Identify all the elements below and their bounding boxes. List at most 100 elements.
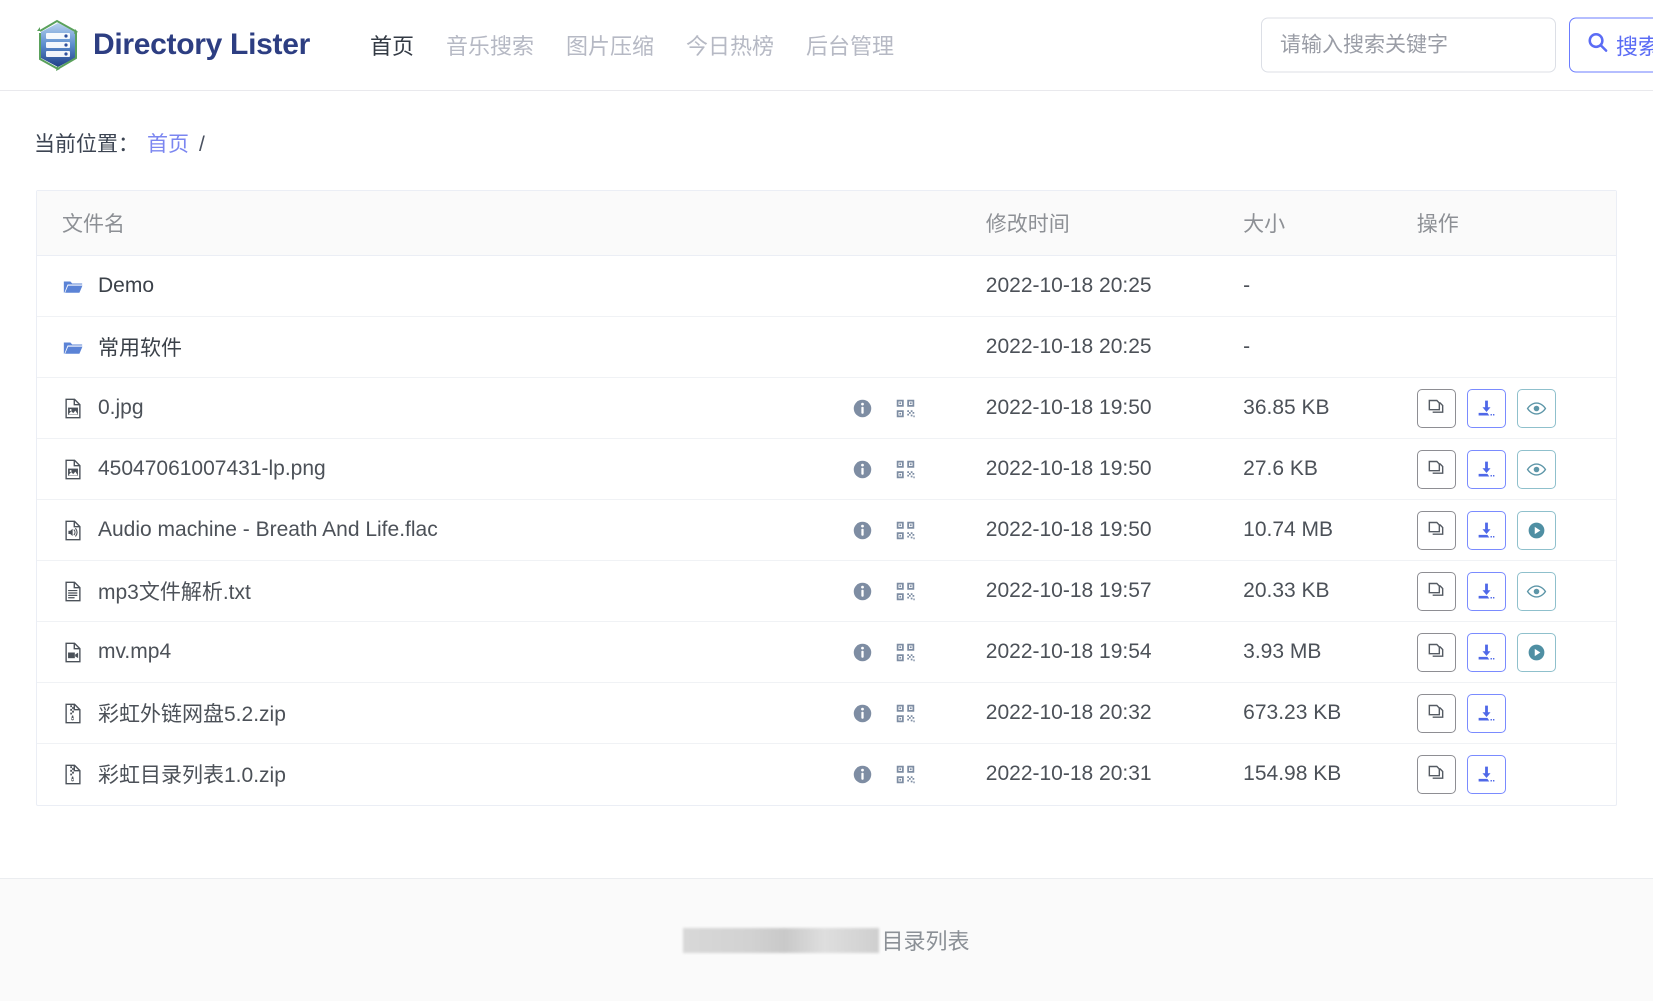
cell-file-name[interactable]: 彩虹外链网盘5.2.zip	[37, 682, 852, 744]
file-name-label[interactable]: Audio machine - Breath And Life.flac	[98, 518, 438, 542]
cell-quick-icons	[851, 255, 986, 317]
cell-quick-icons	[851, 621, 986, 683]
info-icon[interactable]	[852, 764, 873, 785]
table-row[interactable]: Demo 2022-10-18 20:25 -	[37, 255, 1616, 317]
preview-button[interactable]	[1516, 388, 1556, 428]
cell-modified-time: 2022-10-18 20:31	[985, 762, 1152, 786]
play-button[interactable]	[1516, 632, 1556, 672]
cell-file-name[interactable]: 常用软件	[37, 316, 852, 378]
info-icon[interactable]	[852, 703, 873, 724]
table-row[interactable]: mv.mp4 2022-10-18 19:54 3.93 MB	[37, 621, 1616, 683]
redacted-block	[683, 927, 880, 953]
cell-operations	[1416, 377, 1616, 439]
copy-link-button[interactable]	[1416, 571, 1456, 611]
table-row[interactable]: 0.jpg 2022-10-18 19:50 36.85 KB	[37, 377, 1616, 439]
play-button[interactable]	[1516, 510, 1556, 550]
column-header-ops: 操作	[1416, 191, 1616, 256]
table-row[interactable]: 45047061007431-lp.png 2022-10-18 19:50 2…	[37, 438, 1616, 500]
cell-modified-time: 2022-10-18 20:25	[985, 255, 1244, 317]
cell-operations	[1416, 682, 1616, 744]
cell-file-name[interactable]: 0.jpg	[37, 377, 852, 439]
download-button[interactable]	[1466, 754, 1506, 794]
search-input[interactable]	[1261, 17, 1556, 73]
file-name-label[interactable]: mp3文件解析.txt	[98, 576, 251, 606]
cell-modified-time: 2022-10-18 19:50	[985, 438, 1244, 500]
info-icon[interactable]	[852, 520, 873, 541]
copy-link-button[interactable]	[1416, 510, 1456, 550]
column-header-name[interactable]: 文件名	[37, 191, 852, 256]
table-row[interactable]: 彩虹目录列表1.0.zip 2022-10-18 20:31 154.98 KB	[37, 744, 1616, 805]
file-table-head: 文件名 修改时间 大小 操作	[37, 191, 1616, 256]
table-row[interactable]: mp3文件解析.txt 2022-10-18 19:57 20.33 KB	[37, 560, 1616, 622]
qrcode-icon[interactable]	[895, 642, 916, 663]
cell-file-name[interactable]: mv.mp4	[37, 621, 852, 683]
preview-button[interactable]	[1516, 449, 1556, 489]
cell-quick-icons	[851, 316, 986, 378]
qrcode-icon[interactable]	[895, 764, 916, 785]
info-icon[interactable]	[852, 581, 873, 602]
qrcode-icon[interactable]	[895, 398, 916, 419]
cell-operations	[1416, 499, 1616, 561]
nav-item-music[interactable]: 音乐搜索	[430, 23, 550, 67]
cell-file-name[interactable]: Demo	[37, 255, 852, 317]
file-name-label[interactable]: Demo	[98, 274, 154, 298]
column-header-size[interactable]: 大小	[1243, 191, 1417, 256]
copy-icon	[1426, 703, 1446, 723]
info-icon[interactable]	[852, 642, 873, 663]
download-icon	[1476, 703, 1497, 724]
file-name-label[interactable]: 45047061007431-lp.png	[98, 457, 326, 481]
copy-link-button[interactable]	[1416, 754, 1456, 794]
copy-link-button[interactable]	[1416, 632, 1456, 672]
breadcrumb-label: 当前位置：	[34, 133, 139, 156]
copy-link-button[interactable]	[1416, 693, 1456, 733]
download-icon	[1476, 581, 1497, 602]
cell-modified-time: 2022-10-18 20:25	[985, 316, 1244, 378]
download-button[interactable]	[1466, 388, 1506, 428]
footer-text: 目录列表	[683, 924, 970, 956]
download-button[interactable]	[1466, 571, 1506, 611]
download-button[interactable]	[1466, 693, 1506, 733]
cell-modified-time: 2022-10-18 19:57	[985, 560, 1244, 622]
cell-quick-icons	[851, 499, 986, 561]
file-name-label[interactable]: 彩虹目录列表1.0.zip	[98, 759, 286, 789]
nav-item-admin[interactable]: 后台管理	[790, 23, 910, 67]
qrcode-icon[interactable]	[895, 581, 916, 602]
folder-icon	[62, 275, 84, 298]
file-name-label[interactable]: 常用软件	[98, 332, 182, 362]
cell-file-name[interactable]: Audio machine - Breath And Life.flac	[37, 499, 852, 561]
download-icon	[1476, 642, 1497, 663]
qrcode-icon[interactable]	[895, 520, 916, 541]
info-icon[interactable]	[852, 459, 873, 480]
search-button-label: 搜索	[1616, 34, 1653, 59]
breadcrumb-link-home[interactable]: 首页	[147, 128, 189, 158]
nav-item-hot[interactable]: 今日热榜	[670, 23, 790, 67]
archive-icon	[62, 763, 84, 786]
copy-link-button[interactable]	[1416, 449, 1456, 489]
column-header-time[interactable]: 修改时间	[985, 191, 1244, 256]
copy-link-button[interactable]	[1416, 388, 1456, 428]
download-button[interactable]	[1466, 449, 1506, 489]
brand[interactable]: Directory Lister	[34, 19, 310, 71]
download-button[interactable]	[1466, 510, 1506, 550]
cell-modified-time: 2022-10-18 19:54	[985, 621, 1244, 683]
cell-file-name[interactable]: mp3文件解析.txt	[37, 560, 852, 622]
preview-button[interactable]	[1516, 571, 1556, 611]
cell-file-name[interactable]: 45047061007431-lp.png	[37, 438, 852, 500]
search-button[interactable]: 搜索	[1569, 17, 1653, 73]
file-name-label[interactable]: 0.jpg	[98, 396, 144, 420]
file-name-label[interactable]: 彩虹外链网盘5.2.zip	[98, 698, 286, 728]
qrcode-icon[interactable]	[895, 459, 916, 480]
cell-modified-time: 2022-10-18 19:50	[985, 499, 1244, 561]
table-row[interactable]: Audio machine - Breath And Life.flac 202…	[37, 499, 1616, 561]
download-button[interactable]	[1466, 632, 1506, 672]
file-name-label[interactable]: mv.mp4	[98, 640, 171, 664]
table-row[interactable]: 常用软件 2022-10-18 20:25 -	[37, 316, 1616, 378]
download-icon	[1476, 459, 1497, 480]
nav-item-image[interactable]: 图片压缩	[550, 23, 670, 67]
table-row[interactable]: 彩虹外链网盘5.2.zip 2022-10-18 20:32 673.23 KB	[37, 682, 1616, 744]
nav-item-home[interactable]: 首页	[354, 23, 430, 67]
column-header-icons	[851, 191, 986, 256]
qrcode-icon[interactable]	[895, 703, 916, 724]
cell-file-name[interactable]: 彩虹目录列表1.0.zip	[37, 744, 852, 805]
info-icon[interactable]	[852, 398, 873, 419]
